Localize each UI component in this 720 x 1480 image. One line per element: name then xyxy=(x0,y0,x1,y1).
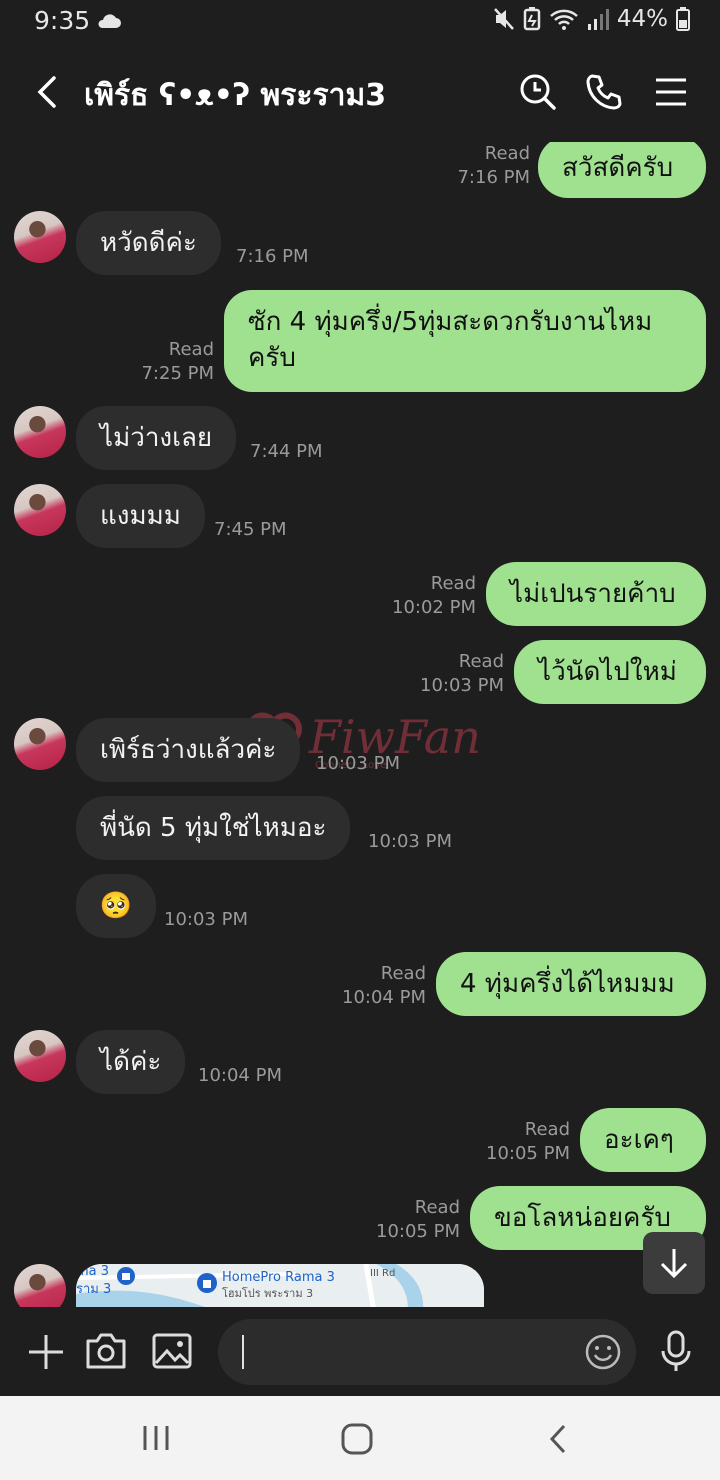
plus-icon[interactable] xyxy=(26,1329,66,1373)
message-time: 10:04 PM xyxy=(198,1065,282,1086)
emoji-message-bubble[interactable]: 🥺 xyxy=(76,874,156,938)
message-bubble-incoming[interactable]: แงมมม xyxy=(76,484,205,548)
avatar[interactable] xyxy=(14,1264,66,1307)
message-meta: Read 10:02 PM xyxy=(392,573,476,618)
message-meta: Read 10:05 PM xyxy=(486,1119,570,1164)
battery-saver-icon xyxy=(523,7,541,31)
battery-percent: 44% xyxy=(616,6,668,32)
status-time: 9:35 xyxy=(34,6,91,35)
message-meta: Read 10:05 PM xyxy=(376,1197,460,1242)
message-time: 7:45 PM xyxy=(214,519,287,540)
emoji-icon[interactable] xyxy=(584,1333,622,1371)
mute-icon xyxy=(493,8,514,30)
message-bubble-outgoing[interactable]: 4 ทุ่มครึ่งได้ไหมมม xyxy=(436,952,706,1016)
location-map-card[interactable]: ma 3 ราม 3 HomePro Rama 3 โฮมโปร พระราม … xyxy=(76,1264,484,1307)
message-bubble-incoming[interactable]: ไม่ว่างเลย xyxy=(76,406,237,470)
message-bubble-incoming[interactable]: เพิร์ธว่างแล้วค่ะ xyxy=(76,718,301,782)
search-icon[interactable] xyxy=(518,72,558,112)
scroll-to-bottom-button[interactable] xyxy=(643,1232,705,1294)
back-icon[interactable] xyxy=(544,1422,574,1456)
message-time: 10:03 PM xyxy=(316,753,400,774)
chat-header: เพิร์ธ ʕ•ᴥ•ʔ พระราม3 xyxy=(0,42,720,142)
message-time: 10:03 PM xyxy=(368,831,452,852)
map-label: ma 3 xyxy=(76,1264,110,1279)
status-icons: 44% xyxy=(493,6,690,32)
back-arrow-icon[interactable] xyxy=(30,72,66,112)
message-bubble-incoming[interactable]: หวัดดีค่ะ xyxy=(76,211,221,275)
camera-icon[interactable] xyxy=(84,1329,128,1373)
message-bubble-outgoing[interactable]: ไม่เปนรายค้าบ xyxy=(486,562,706,626)
wifi-icon xyxy=(550,9,578,30)
message-time: 7:44 PM xyxy=(250,441,323,462)
message-input-bar xyxy=(0,1307,720,1396)
avatar[interactable] xyxy=(14,211,66,263)
message-meta: Read 7:25 PM xyxy=(141,339,214,384)
message-bubble-incoming[interactable]: พี่นัด 5 ทุ่มใช่ไหมอะ xyxy=(76,796,351,860)
status-bar: 9:35 44% xyxy=(0,0,720,42)
home-icon[interactable] xyxy=(340,1422,374,1456)
message-meta: Read 10:03 PM xyxy=(420,651,504,696)
message-bubble-outgoing[interactable]: สวัสดีครับ xyxy=(538,142,706,198)
image-gallery-icon[interactable] xyxy=(150,1329,194,1373)
avatar[interactable] xyxy=(14,484,66,536)
map-road-label: III Rd xyxy=(370,1268,396,1279)
cloud-icon xyxy=(98,14,121,28)
menu-icon[interactable] xyxy=(652,72,692,112)
microphone-icon[interactable] xyxy=(658,1329,694,1373)
message-bubble-incoming[interactable]: ได้ค่ะ xyxy=(76,1030,186,1094)
arrow-down-icon xyxy=(660,1249,688,1279)
map-place-name: HomePro Rama 3 xyxy=(222,1270,335,1285)
avatar[interactable] xyxy=(14,406,66,458)
recent-apps-icon[interactable] xyxy=(140,1422,172,1454)
chat-messages[interactable]: Read 7:16 PM สวัสดีครับ หวัดดีค่ะ 7:16 PM… xyxy=(0,142,720,1307)
signal-icon xyxy=(587,9,609,30)
message-meta: Read 10:04 PM xyxy=(342,963,426,1008)
message-bubble-outgoing[interactable]: ไว้นัดไปใหม่ xyxy=(514,640,706,704)
system-navigation-bar xyxy=(0,1396,720,1480)
battery-icon xyxy=(676,7,690,31)
message-time: 10:03 PM xyxy=(164,909,248,930)
map-pin-icon xyxy=(117,1267,135,1285)
message-input[interactable] xyxy=(218,1319,636,1385)
map-place-name-thai: โฮมโปร พระราม 3 xyxy=(222,1287,314,1300)
avatar[interactable] xyxy=(14,1030,66,1082)
phone-call-icon[interactable] xyxy=(584,72,624,112)
text-cursor xyxy=(242,1335,244,1369)
message-meta: Read 7:16 PM xyxy=(457,143,530,188)
map-label: ราม 3 xyxy=(76,1282,112,1297)
map-pin-icon xyxy=(197,1273,217,1293)
avatar[interactable] xyxy=(14,718,66,770)
chat-title[interactable]: เพิร์ธ ʕ•ᴥ•ʔ พระราม3 xyxy=(84,72,386,119)
message-bubble-outgoing[interactable]: อะเคๆ xyxy=(580,1108,706,1172)
message-time: 7:16 PM xyxy=(236,246,309,267)
message-bubble-outgoing[interactable]: ซัก 4 ทุ่มครึ่ง/5ทุ่มสะดวกรับงานไหม ครับ xyxy=(224,290,706,392)
